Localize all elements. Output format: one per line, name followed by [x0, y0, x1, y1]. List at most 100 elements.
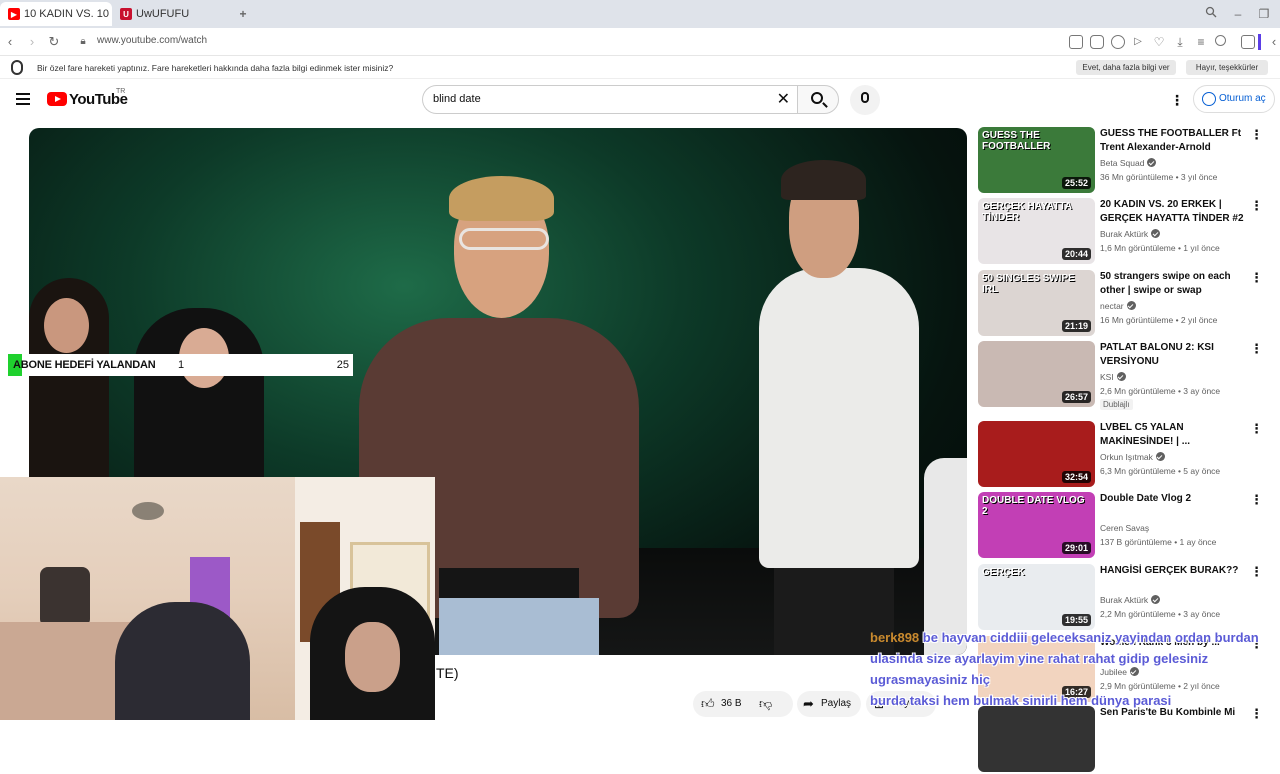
- shield-icon[interactable]: [1111, 35, 1125, 49]
- like-icon[interactable]: 👍︎: [701, 691, 715, 717]
- person-left-1-face: [44, 298, 89, 353]
- recommendation-item[interactable]: Sen Paris'te Bu Kombinle Mi ⋮: [978, 706, 1276, 774]
- forward-icon[interactable]: ›: [24, 34, 40, 50]
- recommendation-item[interactable]: DOUBLE DATE VLOG 2 29:01 Double Date Vlog …: [978, 492, 1276, 560]
- video-meta: 2,2 Mn görüntüleme • 3 ay önce: [1100, 609, 1221, 619]
- search-button[interactable]: [797, 85, 839, 114]
- video-thumbnail[interactable]: 50 SINGLES SWIPE IRL 21:19: [978, 270, 1095, 336]
- channel-label: Beta Squad: [1100, 158, 1145, 168]
- camera-icon[interactable]: [1090, 35, 1104, 49]
- mouse-icon: [11, 60, 23, 75]
- voice-search-button[interactable]: [850, 85, 880, 115]
- thumbnail-text: GERÇEK: [982, 567, 1025, 578]
- search-input[interactable]: blind date ✕: [422, 85, 798, 114]
- dubbed-badge: Dublajlı: [1100, 399, 1133, 410]
- video-title[interactable]: GUESS THE FOOTBALLER Ft Trent Alexander-…: [1100, 127, 1245, 155]
- tab-uwufufu[interactable]: U UwUFUFU: [112, 2, 224, 26]
- no-thanks-button[interactable]: Hayır, teşekkürler: [1186, 60, 1268, 75]
- video-thumbnail[interactable]: 32:54: [978, 421, 1095, 487]
- verified-icon: [1151, 595, 1161, 604]
- video-title[interactable]: HANGİSİ GERÇEK BURAK??: [1100, 564, 1245, 578]
- channel-label: Ceren Savaş: [1100, 523, 1150, 533]
- video-title[interactable]: LVBEL C5 YALAN MAKİNESİNDE! | ...: [1100, 421, 1245, 449]
- channel-name[interactable]: nectar: [1100, 301, 1136, 311]
- clear-search-icon[interactable]: ✕: [777, 89, 790, 109]
- channel-name[interactable]: Orkun Işıtmak: [1100, 452, 1165, 462]
- more-actions-icon[interactable]: ⋮: [1250, 564, 1263, 580]
- video-thumbnail[interactable]: GUESS THE FOOTBALLER 25:52: [978, 127, 1095, 193]
- more-actions-icon[interactable]: ⋮: [1250, 198, 1263, 214]
- more-actions-icon[interactable]: ⋮: [1250, 127, 1263, 143]
- play-icon[interactable]: ▷: [1130, 34, 1146, 50]
- video-title[interactable]: Double Date Vlog 2: [1100, 492, 1245, 506]
- address-bar: ‹ › ↻ 🔒︎ www.youtube.com/watch ▷ ♡ ⤓ ≡ ‹: [0, 28, 1280, 56]
- menu-icon[interactable]: [16, 93, 30, 105]
- belt: [439, 568, 579, 598]
- minimize-icon[interactable]: –: [1230, 6, 1246, 22]
- video-thumbnail[interactable]: DOUBLE DATE VLOG 2 29:01: [978, 492, 1095, 558]
- person-head-down: [115, 602, 250, 720]
- uwufufu-favicon-icon: U: [120, 8, 132, 20]
- video-title: TE): [436, 665, 459, 681]
- channel-name[interactable]: KSI: [1100, 372, 1126, 382]
- back-icon[interactable]: ‹: [2, 34, 18, 50]
- recommendation-item[interactable]: 26:57 PATLAT BALONU 2: KSI VERSİYONU KSI 2,…: [978, 341, 1276, 410]
- heart-icon[interactable]: ♡: [1151, 34, 1167, 50]
- stream-chat-overlay: berk898 be hayvan ciddiii geleceksaniz y…: [870, 627, 1280, 711]
- recommendation-item[interactable]: 50 SINGLES SWIPE IRL 21:19 50 strangers sw…: [978, 270, 1276, 338]
- video-duration: 26:57: [1061, 391, 1091, 403]
- list-icon[interactable]: ≡: [1193, 34, 1209, 50]
- more-actions-icon[interactable]: ⋮: [1250, 270, 1263, 286]
- verified-icon: [1151, 229, 1161, 238]
- sign-in-button[interactable]: Oturum aç: [1193, 85, 1275, 113]
- edit-icon[interactable]: [1069, 35, 1083, 49]
- collapse-icon[interactable]: ‹: [1266, 34, 1280, 50]
- chat-username: berk898: [870, 630, 920, 645]
- recommendation-item[interactable]: GERÇEK HAYATTA TİNDER 20:44 20 KADIN VS. 2…: [978, 198, 1276, 266]
- recommendation-item[interactable]: GUESS THE FOOTBALLER 25:52 GUESS THE FOOTB…: [978, 127, 1276, 195]
- download-icon[interactable]: ⤓: [1172, 34, 1188, 50]
- recommendation-item[interactable]: GERÇEK 19:55 HANGİSİ GERÇEK BURAK?? Burak A…: [978, 564, 1276, 632]
- thumbnail-text: DOUBLE DATE VLOG 2: [982, 495, 1085, 517]
- video-thumbnail[interactable]: GERÇEK 19:55: [978, 564, 1095, 630]
- more-actions-icon[interactable]: ⋮: [1250, 492, 1263, 508]
- extension-icon[interactable]: [1241, 35, 1255, 49]
- chat-text: be hayvan ciddiii geleceksaniz yayindan …: [922, 630, 1259, 645]
- search-tabs-icon[interactable]: [1203, 6, 1219, 22]
- channel-name[interactable]: Burak Aktürk: [1100, 595, 1161, 605]
- more-options-icon[interactable]: ⋮: [1170, 92, 1184, 109]
- channel-name[interactable]: Burak Aktürk: [1100, 229, 1161, 239]
- reload-icon[interactable]: ↻: [46, 34, 62, 50]
- video-title[interactable]: 50 strangers swipe on each other | swipe…: [1100, 270, 1245, 298]
- search-icon: [811, 92, 823, 104]
- glasses: [459, 228, 549, 250]
- video-thumbnail[interactable]: [978, 706, 1095, 772]
- share-label: Paylaş: [821, 698, 852, 709]
- maximize-icon[interactable]: ❐: [1256, 6, 1272, 22]
- channel-name[interactable]: Beta Squad: [1100, 158, 1157, 168]
- youtube-logo-icon[interactable]: [47, 92, 67, 106]
- channel-label: nectar: [1100, 301, 1124, 311]
- subscriber-goal-label: ABONE HEDEFİ YALANDAN: [13, 359, 156, 371]
- more-actions-icon[interactable]: ⋮: [1250, 341, 1263, 357]
- video-meta: 1,6 Mn görüntüleme • 1 yıl önce: [1100, 243, 1220, 253]
- recommendation-item[interactable]: 32:54 LVBEL C5 YALAN MAKİNESİNDE! | ... Or…: [978, 421, 1276, 489]
- like-count[interactable]: 36 B: [721, 691, 742, 717]
- channel-name[interactable]: Ceren Savaş: [1100, 523, 1149, 533]
- dislike-icon[interactable]: 👎︎: [759, 691, 772, 717]
- video-title[interactable]: 20 KADIN VS. 20 ERKEK | GERÇEK HAYATTA T…: [1100, 198, 1245, 226]
- new-tab-button[interactable]: +: [235, 6, 251, 22]
- tab-youtube[interactable]: ▶ 10 KADIN VS. 10 ERKEK |: [0, 2, 112, 26]
- share-button[interactable]: ➦ Paylaş: [797, 691, 861, 717]
- video-title[interactable]: PATLAT BALONU 2: KSI VERSİYONU: [1100, 341, 1245, 369]
- thumbnail-text: GERÇEK HAYATTA TİNDER: [982, 201, 1072, 223]
- video-thumbnail[interactable]: 26:57: [978, 341, 1095, 407]
- video-thumbnail[interactable]: GERÇEK HAYATTA TİNDER 20:44: [978, 198, 1095, 264]
- more-actions-icon[interactable]: ⋮: [1250, 421, 1263, 437]
- jeans: [439, 598, 599, 655]
- subscriber-goal-current: 1: [178, 359, 185, 371]
- search-query[interactable]: blind date: [433, 93, 481, 105]
- learn-more-button[interactable]: Evet, daha fazla bilgi ver: [1076, 60, 1176, 75]
- url-field[interactable]: www.youtube.com/watch: [97, 35, 207, 46]
- profile-icon[interactable]: [1215, 35, 1226, 46]
